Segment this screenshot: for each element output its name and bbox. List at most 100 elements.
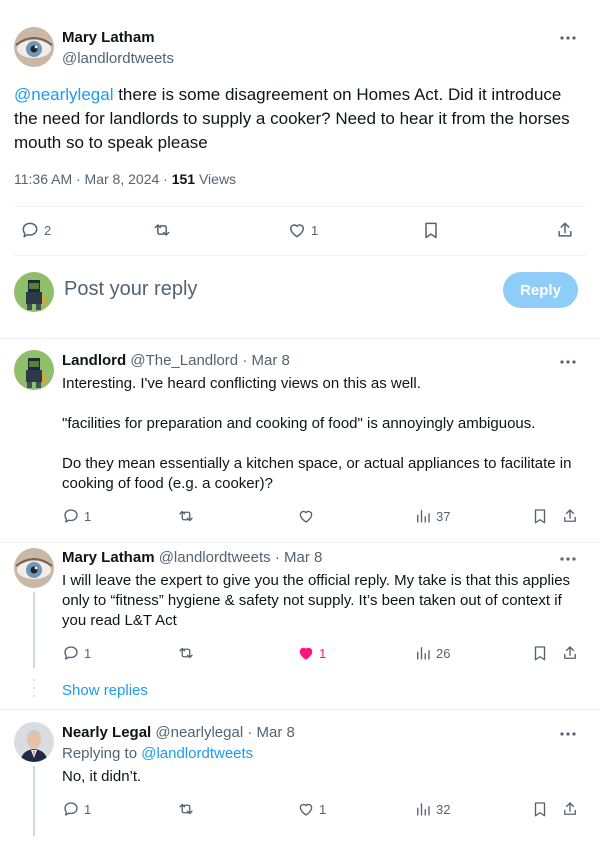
bookmark-action[interactable] xyxy=(531,507,549,525)
more-options-icon[interactable] xyxy=(558,28,578,48)
bookmark-icon xyxy=(425,222,437,239)
reply-text: I will leave the expert to give you the … xyxy=(62,572,571,629)
divider xyxy=(14,206,586,207)
like-action[interactable]: 1 xyxy=(297,644,326,662)
views-count: 37 xyxy=(436,508,451,524)
views-count: 32 xyxy=(436,801,451,817)
bookmark-icon xyxy=(534,646,546,661)
tweet-text: @nearlylegal there is some disagreement … xyxy=(14,83,584,155)
heart-icon xyxy=(299,510,313,523)
reply-action[interactable]: 1 xyxy=(62,644,91,662)
reply-icon xyxy=(64,802,78,816)
like-action[interactable]: 1 xyxy=(287,220,318,240)
divider xyxy=(0,338,600,339)
reply-author-name[interactable]: Nearly Legal xyxy=(62,724,151,741)
reply-author-name[interactable]: Landlord xyxy=(62,352,126,369)
divider xyxy=(0,709,600,710)
author-name[interactable]: Mary Latham xyxy=(62,29,155,46)
reply-icon xyxy=(64,646,78,660)
replying-prefix: Replying to xyxy=(62,745,142,762)
more-options-icon[interactable] xyxy=(558,549,578,569)
repost-action[interactable] xyxy=(177,800,195,818)
reply-icon xyxy=(64,509,78,523)
views-count: 151 xyxy=(171,171,196,187)
reply-count: 1 xyxy=(84,801,92,817)
share-icon xyxy=(564,509,576,522)
more-options-icon[interactable] xyxy=(558,352,578,372)
replying-to-link[interactable]: @landlordtweets xyxy=(141,745,253,762)
reply-paragraph: "facilities for preparation and cooking … xyxy=(62,415,536,432)
reply-author-name[interactable]: Mary Latham xyxy=(62,549,155,566)
reply-action[interactable]: 1 xyxy=(62,800,91,818)
reply-button[interactable]: Reply xyxy=(503,272,578,308)
mention-link[interactable]: @nearlylegal xyxy=(14,85,113,104)
bookmark-icon xyxy=(534,802,546,817)
views-action[interactable]: 26 xyxy=(414,644,450,662)
divider xyxy=(0,542,600,543)
reply-avatar[interactable] xyxy=(14,722,54,762)
reply-author-handle[interactable]: @nearlylegal xyxy=(155,724,243,741)
timestamp[interactable]: 11:36 AM · Mar 8, 2024 · xyxy=(14,171,172,187)
views-action[interactable]: 32 xyxy=(414,800,450,818)
analytics-icon xyxy=(417,510,430,523)
reply-avatar[interactable] xyxy=(14,350,54,390)
user-avatar[interactable] xyxy=(14,272,54,312)
show-replies-link[interactable]: Show replies xyxy=(62,682,148,699)
divider xyxy=(14,255,586,256)
bookmark-action[interactable] xyxy=(531,644,549,662)
author-avatar[interactable] xyxy=(14,27,54,67)
heart-icon xyxy=(290,224,304,238)
share-action[interactable] xyxy=(561,507,579,525)
heart-icon xyxy=(299,803,313,816)
thread-dots xyxy=(33,679,35,697)
reply-action[interactable]: 1 xyxy=(62,507,91,525)
reply-icon xyxy=(22,222,38,238)
reply-date[interactable]: · Mar 8 xyxy=(242,352,290,369)
analytics-icon xyxy=(417,647,430,660)
eye-avatar-image xyxy=(14,27,54,67)
reply-text: No, it didn’t. xyxy=(62,768,142,785)
share-action[interactable] xyxy=(561,800,579,818)
heart-filled-icon xyxy=(299,647,313,660)
views-action[interactable]: 37 xyxy=(414,507,450,525)
reply-input[interactable]: Post your reply xyxy=(64,278,197,301)
more-options-icon[interactable] xyxy=(558,724,578,744)
like-action[interactable] xyxy=(297,507,319,525)
share-icon xyxy=(558,222,572,237)
reply-header: Landlord @The_Landlord · Mar 8 xyxy=(62,352,290,369)
share-action[interactable] xyxy=(561,644,579,662)
repost-icon xyxy=(179,803,193,815)
reply-avatar[interactable] xyxy=(14,548,54,588)
reply-header: Mary Latham @landlordtweets · Mar 8 xyxy=(62,549,322,566)
cartoon-avatar-image xyxy=(14,272,54,312)
reply-author-handle[interactable]: @The_Landlord xyxy=(130,352,238,369)
reply-paragraph: Interesting. I've heard conflicting view… xyxy=(62,375,421,392)
repost-icon xyxy=(179,510,193,522)
repost-action[interactable] xyxy=(152,220,172,240)
like-count: 1 xyxy=(311,222,319,238)
bookmark-action[interactable] xyxy=(421,220,441,240)
portrait-avatar-image xyxy=(14,722,54,762)
like-action[interactable]: 1 xyxy=(297,800,326,818)
views-label: Views xyxy=(195,171,237,187)
tweet-meta: 11:36 AM · Mar 8, 2024 · 151 Views xyxy=(14,171,236,187)
reply-action[interactable]: 2 xyxy=(20,220,51,240)
cartoon-avatar-image xyxy=(14,350,54,390)
repost-icon xyxy=(179,647,193,659)
share-action[interactable] xyxy=(555,220,575,240)
thread-connector xyxy=(33,766,35,836)
repost-action[interactable] xyxy=(177,644,195,662)
reply-count: 2 xyxy=(44,222,52,238)
reply-paragraph: Do they mean essentially a kitchen space… xyxy=(62,455,572,492)
bookmark-action[interactable] xyxy=(531,800,549,818)
reply-author-handle[interactable]: @landlordtweets xyxy=(159,549,271,566)
repost-icon xyxy=(154,224,170,236)
reply-date[interactable]: · Mar 8 xyxy=(247,724,295,741)
like-count: 1 xyxy=(319,801,327,817)
analytics-icon xyxy=(417,803,430,816)
reply-date[interactable]: · Mar 8 xyxy=(275,549,323,566)
author-handle[interactable]: @landlordtweets xyxy=(62,50,174,67)
repost-action[interactable] xyxy=(177,507,195,525)
share-icon xyxy=(564,646,576,659)
bookmark-icon xyxy=(534,509,546,524)
